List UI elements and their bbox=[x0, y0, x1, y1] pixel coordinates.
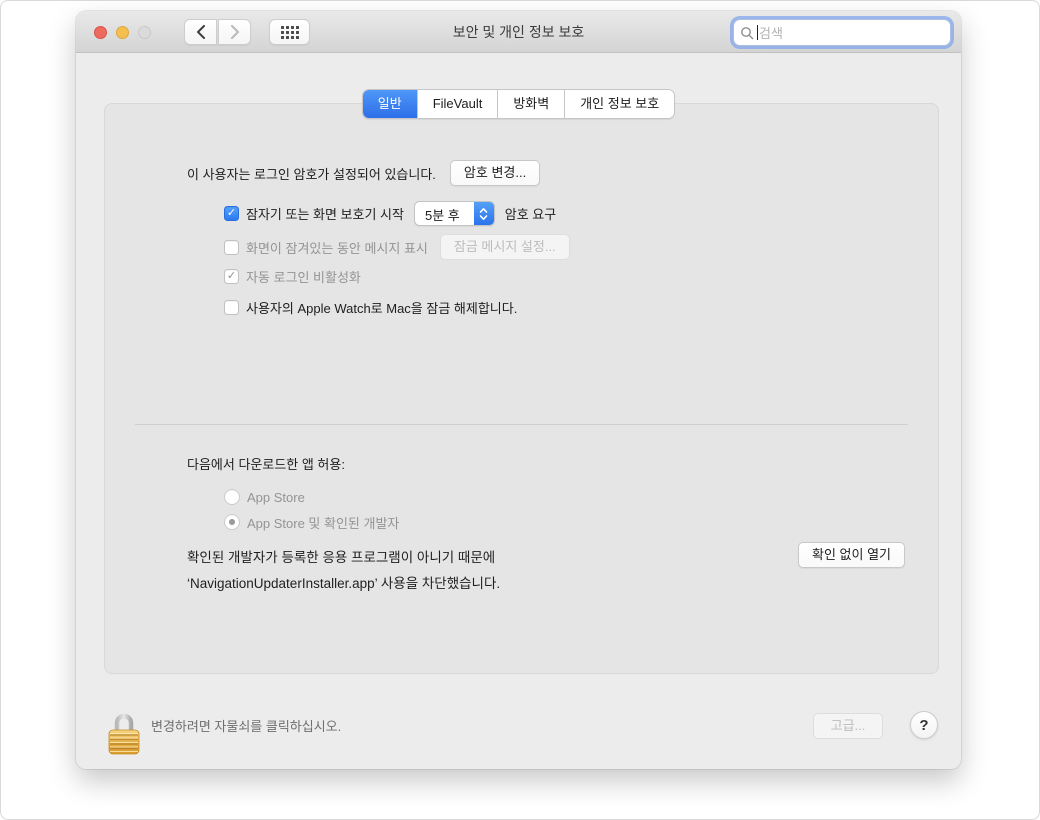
stepper-icon bbox=[474, 202, 494, 225]
radio-app-store-row: App Store bbox=[224, 487, 305, 507]
auto-login-checkbox[interactable]: ✓ bbox=[224, 269, 239, 284]
blocked-app-message: 확인된 개발자가 등록한 응용 프로그램이 아니기 때문에 ‘Navigatio… bbox=[187, 545, 500, 597]
apple-watch-row: 사용자의 Apple Watch로 Mac을 잠금 해제합니다. bbox=[224, 296, 517, 318]
zoom-button-disabled bbox=[138, 26, 151, 39]
change-password-button[interactable]: 암호 변경... bbox=[450, 160, 540, 186]
auto-login-row: ✓ 자동 로그인 비활성화 bbox=[224, 266, 361, 286]
lock-message-row: 화면이 잠겨있는 동안 메시지 표시 잠금 메시지 설정... bbox=[224, 233, 570, 261]
search-placeholder: 검색 bbox=[759, 23, 783, 42]
open-anyway-row: 확인 없이 열기 bbox=[798, 542, 905, 568]
traffic-lights bbox=[94, 26, 151, 39]
blocked-app-line1: 확인된 개발자가 등록한 응용 프로그램이 아니기 때문에 bbox=[187, 545, 500, 571]
checkmark-icon: ✓ bbox=[227, 271, 236, 282]
radio-app-store-label: App Store bbox=[247, 490, 305, 505]
show-all-button[interactable] bbox=[269, 19, 310, 45]
radio-app-store[interactable] bbox=[224, 489, 240, 505]
back-button[interactable] bbox=[184, 19, 217, 45]
lock-icon bbox=[106, 709, 142, 757]
require-password-suffix: 암호 요구 bbox=[505, 204, 556, 223]
delay-dropdown[interactable]: 5분 후 bbox=[414, 201, 495, 226]
radio-dot bbox=[229, 519, 235, 525]
radio-identified-row: App Store 및 확인된 개발자 bbox=[224, 512, 399, 532]
grid-icon bbox=[281, 26, 299, 39]
password-status-text: 이 사용자는 로그인 암호가 설정되어 있습니다. bbox=[187, 164, 436, 183]
section-divider bbox=[135, 424, 908, 425]
tab-privacy[interactable]: 개인 정보 보호 bbox=[565, 90, 674, 118]
close-button[interactable] bbox=[94, 26, 107, 39]
delay-dropdown-value: 5분 후 bbox=[415, 202, 474, 225]
forward-button[interactable] bbox=[218, 19, 251, 45]
search-icon bbox=[740, 26, 754, 40]
apple-watch-checkbox[interactable] bbox=[224, 300, 239, 315]
lock-message-checkbox[interactable] bbox=[224, 240, 239, 255]
require-password-label: 잠자기 또는 화면 보호기 시작 bbox=[246, 204, 404, 223]
blocked-app-line2: ‘NavigationUpdaterInstaller.app’ 사용을 차단했… bbox=[187, 571, 500, 597]
minimize-button[interactable] bbox=[116, 26, 129, 39]
require-password-row: ✓ 잠자기 또는 화면 보호기 시작 5분 후 암호 요구 bbox=[224, 200, 556, 227]
screenshot-frame: 보안 및 개인 정보 보호 검색 일반 FileVault 방화벽 개인 정보 … bbox=[0, 0, 1040, 820]
lock-button[interactable] bbox=[106, 709, 142, 757]
chevron-right-icon bbox=[230, 25, 240, 39]
radio-app-store-identified[interactable] bbox=[224, 514, 240, 530]
help-button[interactable]: ? bbox=[910, 711, 938, 739]
general-tab-panel: 이 사용자는 로그인 암호가 설정되어 있습니다. 암호 변경... ✓ 잠자기… bbox=[104, 103, 939, 674]
open-anyway-button[interactable]: 확인 없이 열기 bbox=[798, 542, 905, 568]
lock-message-button[interactable]: 잠금 메시지 설정... bbox=[440, 234, 570, 260]
lock-instruction-text: 변경하려면 자물쇠를 클릭하십시오. bbox=[151, 716, 341, 735]
chevron-left-icon bbox=[196, 25, 206, 39]
lock-message-label: 화면이 잠겨있는 동안 메시지 표시 bbox=[246, 238, 428, 257]
allow-apps-row: 다음에서 다운로드한 앱 허용: bbox=[187, 453, 345, 473]
radio-identified-label: App Store 및 확인된 개발자 bbox=[247, 513, 399, 532]
tab-firewall[interactable]: 방화벽 bbox=[498, 90, 565, 118]
auto-login-label: 자동 로그인 비활성화 bbox=[246, 267, 361, 286]
tab-general[interactable]: 일반 bbox=[363, 90, 418, 118]
advanced-button[interactable]: 고급... bbox=[813, 713, 883, 739]
security-preferences-window: 보안 및 개인 정보 보호 검색 일반 FileVault 방화벽 개인 정보 … bbox=[76, 11, 961, 769]
search-input[interactable]: 검색 bbox=[733, 19, 951, 46]
tab-filevault[interactable]: FileVault bbox=[418, 90, 499, 118]
titlebar: 보안 및 개인 정보 보호 검색 bbox=[76, 11, 961, 53]
text-cursor bbox=[757, 25, 758, 40]
password-status-row: 이 사용자는 로그인 암호가 설정되어 있습니다. 암호 변경... bbox=[187, 159, 540, 187]
tab-bar: 일반 FileVault 방화벽 개인 정보 보호 bbox=[76, 89, 961, 119]
checkmark-icon: ✓ bbox=[227, 208, 236, 219]
allow-apps-label: 다음에서 다운로드한 앱 허용: bbox=[187, 454, 345, 473]
apple-watch-label: 사용자의 Apple Watch로 Mac을 잠금 해제합니다. bbox=[246, 298, 517, 317]
require-password-checkbox[interactable]: ✓ bbox=[224, 206, 239, 221]
